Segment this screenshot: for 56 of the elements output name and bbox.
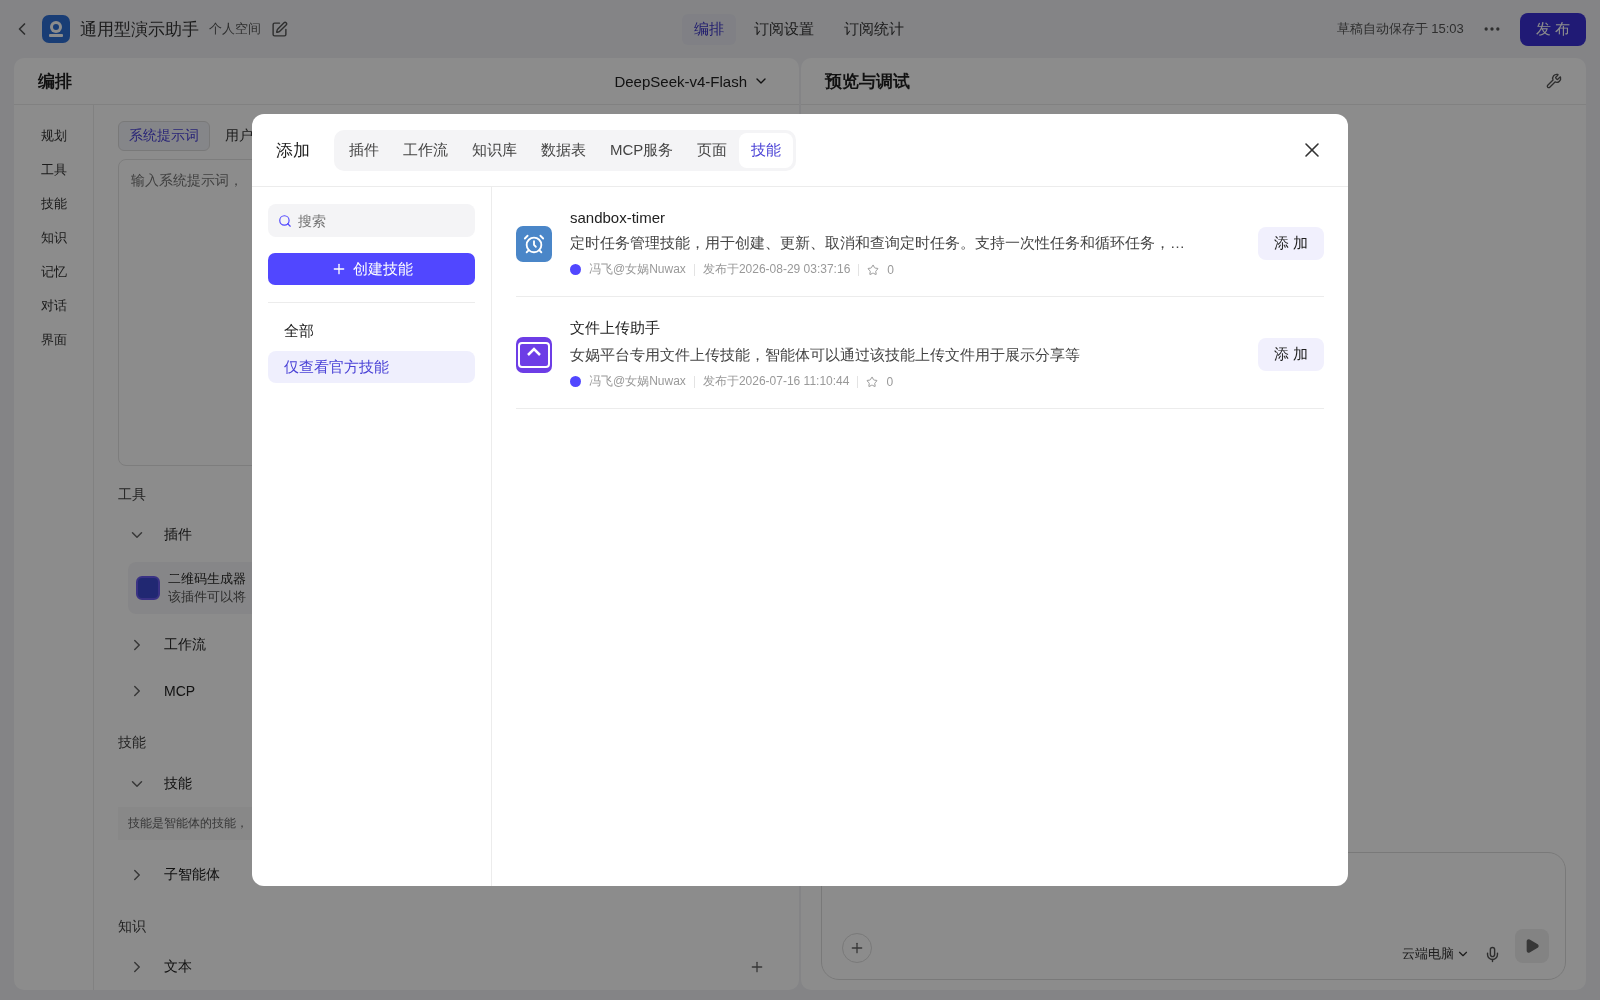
panel-title: 编排 <box>38 70 72 93</box>
section-heading: 知识 <box>118 917 147 936</box>
filter-item[interactable]: 全部 <box>268 315 475 347</box>
skill-description: 定时任务管理技能，用于创建、更新、取消和查询定时任务。支持一次性任务和循环任务，… <box>570 234 1186 253</box>
skill-description: 女娲平台专用文件上传技能，智能体可以通过该技能上传文件用于展示分享等 <box>570 346 1081 365</box>
favorite-count: 0 <box>886 374 894 389</box>
filter-item[interactable]: 仅查看官方技能 <box>268 351 475 383</box>
section-heading: 工具 <box>118 485 147 504</box>
skill-author: 冯飞@女娲Nuwax <box>589 261 686 278</box>
dialog-title: 添加 <box>276 139 310 162</box>
add-button[interactable]: 添 加 <box>1257 227 1324 260</box>
search-input[interactable]: 搜索 <box>296 211 465 230</box>
dialog-tab[interactable]: 知识库 <box>460 132 529 168</box>
nav-item[interactable]: 工具 <box>40 161 67 179</box>
dialog-tab[interactable]: 工作流 <box>391 132 460 168</box>
group-label: 技能 <box>164 774 193 793</box>
search-field[interactable]: 搜索 <box>268 204 475 237</box>
skill-name: sandbox-timer <box>570 209 667 226</box>
panel-title: 预览与调试 <box>825 70 910 93</box>
autosave-status: 草稿自动保存于 15:03 <box>1336 20 1464 38</box>
nav-item[interactable]: 记忆 <box>40 263 67 281</box>
plugin-description: 该插件可以将 <box>168 588 246 607</box>
computer-select[interactable]: 云端电脑 <box>1402 945 1470 963</box>
nav-item[interactable]: 知识 <box>40 229 67 247</box>
group-label: MCP <box>164 683 197 700</box>
top-tab[interactable]: 编排 <box>682 13 736 45</box>
group-label: 子智能体 <box>164 865 221 884</box>
section-heading: 技能 <box>118 734 147 753</box>
group-label: 插件 <box>164 526 193 544</box>
nav-item[interactable]: 规划 <box>40 127 67 145</box>
nav-item[interactable]: 技能 <box>40 195 67 213</box>
dialog-tab[interactable]: 插件 <box>337 132 391 168</box>
top-tab[interactable]: 订阅统计 <box>832 13 916 45</box>
top-tab[interactable]: 订阅设置 <box>742 13 826 45</box>
add-button[interactable]: 添 加 <box>1257 338 1324 371</box>
skill-author: 冯飞@女娲Nuwax <box>589 373 686 390</box>
nav-item[interactable]: 界面 <box>40 331 67 349</box>
prompt-tab[interactable]: 系统提示词 <box>118 121 210 151</box>
nav-item[interactable]: 对话 <box>40 297 67 315</box>
dialog-tab[interactable]: 技能 <box>739 132 794 168</box>
group-label: 文本 <box>164 957 193 976</box>
dialog-tab[interactable]: MCP服务 <box>598 132 686 168</box>
dialog-tab[interactable]: 页面 <box>685 132 740 168</box>
create-skill-button[interactable]: 创建技能 <box>268 253 475 285</box>
publish-button[interactable]: 发 布 <box>1519 12 1586 46</box>
plugin-name: 二维码生成器 <box>168 570 246 589</box>
dialog-tab[interactable]: 数据表 <box>529 132 598 168</box>
skill-name: 文件上传助手 <box>570 319 661 338</box>
space-label: 个人空间 <box>209 20 261 38</box>
agent-title: 通用型演示助手 <box>80 18 199 41</box>
publish-date: 发布于2026-07-16 11:10:44 <box>702 373 850 390</box>
favorite-count: 0 <box>887 262 894 277</box>
publish-date: 发布于2026-08-29 03:37:16 <box>702 261 851 278</box>
model-select[interactable]: DeepSeek-v4-Flash <box>608 71 775 91</box>
prompt-tab[interactable]: 用户 <box>214 121 264 151</box>
group-label: 工作流 <box>164 636 207 655</box>
